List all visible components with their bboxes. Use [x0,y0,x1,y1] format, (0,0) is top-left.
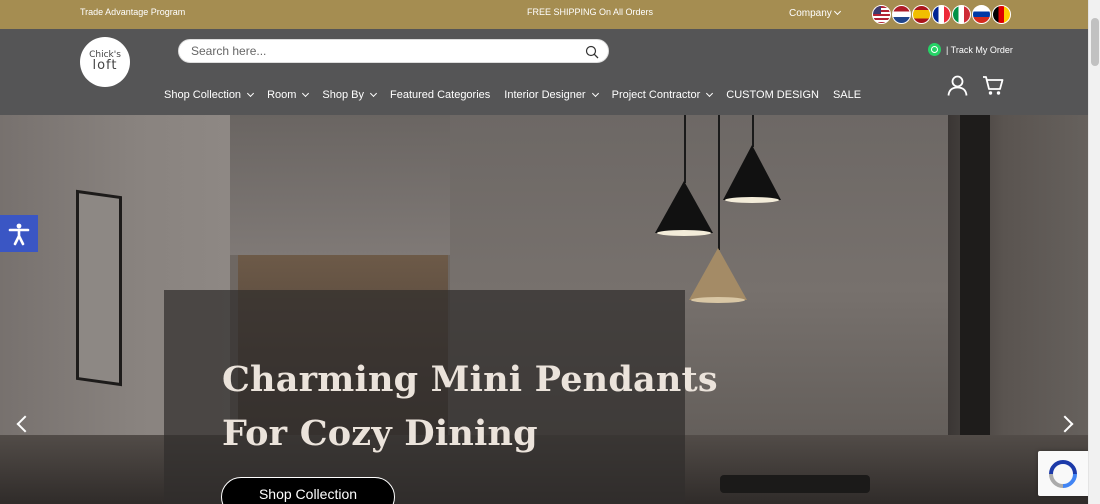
russia-flag-icon[interactable] [972,5,991,24]
recaptcha-icon [1049,459,1077,488]
nav-sale[interactable]: SALE [833,89,861,101]
company-menu-label: Company [789,8,832,19]
nav-label: SALE [832,89,862,101]
search-input[interactable] [191,42,571,60]
shop-collection-button[interactable]: Shop Collection [221,477,395,504]
chevron-down-icon [591,89,599,97]
search-bar [178,39,609,63]
nav-featured-categories[interactable]: Featured Categories [390,89,490,101]
italy-flag-icon[interactable] [952,5,971,24]
page: Trade Advantage Program FREE SHIPPING On… [0,0,1088,504]
spain-flag-icon[interactable] [912,5,931,24]
chevron-down-icon [833,7,841,16]
hero-wall-frame [76,189,122,387]
nav-label: Interior Designer [504,89,586,101]
shopping-cart-icon[interactable] [982,75,1004,96]
nav-label: Room [267,89,297,101]
nav-custom-design[interactable]: CUSTOM DESIGN [726,89,819,101]
nav-label: Shop Collection [164,89,242,101]
main-navigation: Shop Collection Room Shop By Featured Ca… [164,89,875,101]
nav-label: Project Contractor [611,89,701,101]
nav-label: CUSTOM DESIGN [726,89,819,101]
company-menu[interactable]: Company [789,7,841,19]
recaptcha-badge[interactable] [1038,451,1088,496]
nav-project-contractor[interactable]: Project Contractor [611,89,714,101]
nav-room[interactable]: Room [267,89,310,101]
chevron-down-icon [302,89,310,97]
search-icon[interactable] [585,45,599,59]
chevron-down-icon [369,89,378,97]
user-account-icon[interactable] [947,75,968,96]
accessibility-button[interactable] [0,215,38,252]
free-shipping-notice: FREE SHIPPING On All Orders [527,7,654,17]
top-announcement-bar: Trade Advantage Program FREE SHIPPING On… [0,0,1088,29]
logo-text-bottom: loft [92,58,118,73]
page-scrollbar[interactable] [1088,0,1100,504]
hero-headline: Charming Mini Pendants For Cozy Dining [222,353,718,461]
whatsapp-icon[interactable] [928,43,941,56]
nav-label: Featured Categories [390,89,491,101]
chevron-down-icon [247,89,255,97]
germany-flag-icon[interactable] [992,5,1011,24]
language-flags [872,5,1011,24]
nav-shop-by[interactable]: Shop By [322,89,378,101]
track-order-link[interactable]: | Track My Order [928,43,1013,56]
france-flag-icon[interactable] [932,5,951,24]
nav-label: Shop By [322,89,364,101]
hero-dining-table [720,475,870,493]
chevron-down-icon [706,89,714,97]
nav-shop-collection[interactable]: Shop Collection [164,89,255,101]
accessibility-icon [8,223,30,245]
nav-interior-designer[interactable]: Interior Designer [504,89,599,101]
hero-headline-line2: For Cozy Dining [222,413,538,454]
netherlands-flag-icon[interactable] [892,5,911,24]
pendant-light [689,115,747,305]
trade-advantage-link[interactable]: Trade Advantage Program [80,7,185,17]
us-flag-icon[interactable] [872,5,891,24]
hero-headline-line1: Charming Mini Pendants [222,359,718,400]
site-logo[interactable]: Chick's loft [80,37,130,87]
main-header: Chick's loft | Track My Order Shop Colle… [0,29,1088,115]
track-order-label: | Track My Order [946,44,1013,55]
scrollbar-thumb[interactable] [1091,18,1099,66]
